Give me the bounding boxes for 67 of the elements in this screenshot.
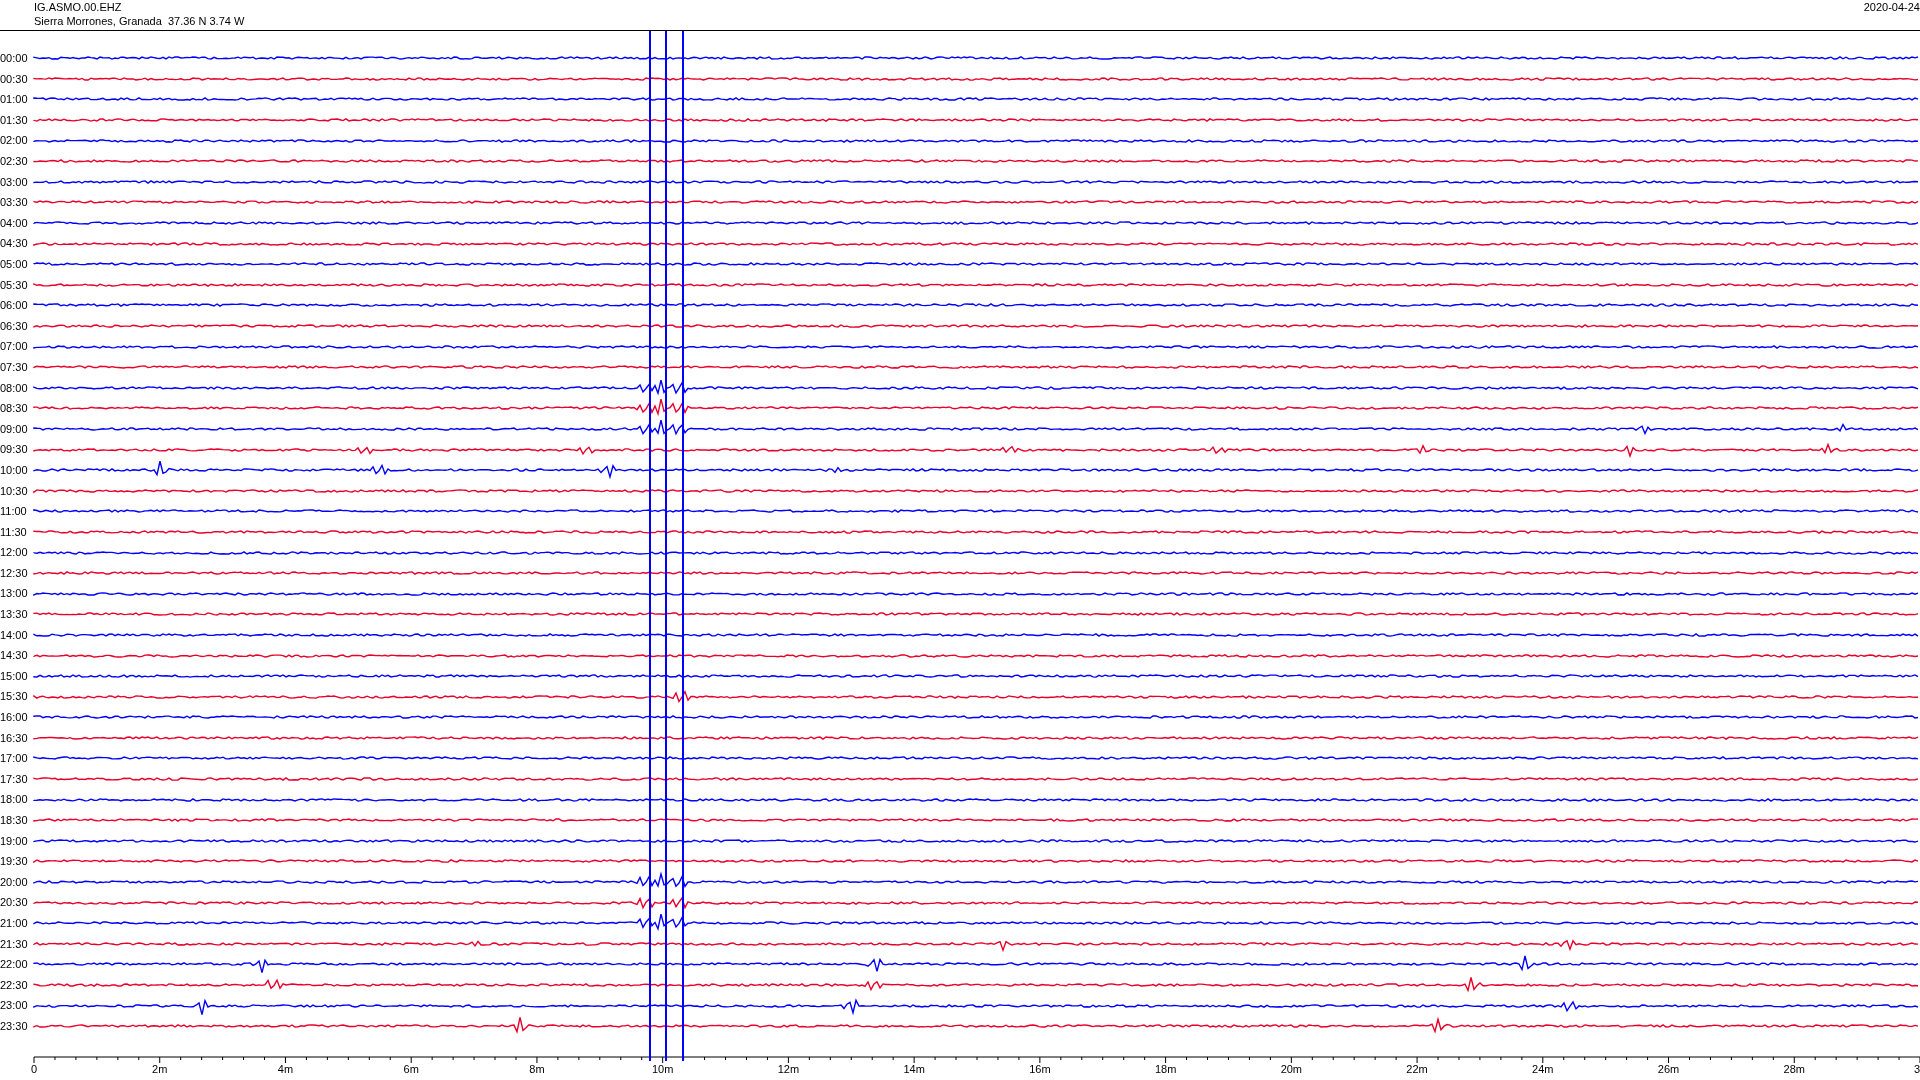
time-label: 21:00 xyxy=(0,916,29,931)
time-label: 11:00 xyxy=(0,504,28,520)
time-label: 00:30 xyxy=(0,71,29,87)
time-label: 16:00 xyxy=(0,710,29,726)
time-label: 01:00 xyxy=(0,92,29,108)
time-label: 19:00 xyxy=(0,833,29,849)
time-label: 15:30 xyxy=(0,689,29,705)
time-label: 23:30 xyxy=(0,1018,29,1034)
time-label: 04:30 xyxy=(0,236,29,252)
axis-tick-label: 3 xyxy=(1913,1062,1920,1075)
time-label: 07:30 xyxy=(0,359,29,375)
station-location: Sierra Morrones, Granada 37.36 N 3.74 W xyxy=(34,14,245,28)
time-label: 05:30 xyxy=(0,277,29,293)
time-label: 12:00 xyxy=(0,545,29,561)
time-label: 08:30 xyxy=(0,401,29,417)
time-label: 09:30 xyxy=(0,442,29,458)
axis-tick-label: 28m xyxy=(1783,1062,1805,1075)
time-label: 03:30 xyxy=(0,195,29,211)
time-label: 13:30 xyxy=(0,607,29,623)
time-label: 05:00 xyxy=(0,257,29,272)
time-label: 20:00 xyxy=(0,874,29,890)
axis-tick-label: 12m xyxy=(777,1062,800,1075)
axis-tick-label: 14m xyxy=(903,1062,925,1075)
time-label: 18:00 xyxy=(0,792,29,808)
time-label: 03:00 xyxy=(0,174,29,190)
time-label: 10:00 xyxy=(0,462,29,478)
axis-tick-label: 24m xyxy=(1532,1062,1554,1075)
time-label: 10:30 xyxy=(0,483,29,499)
time-label: 12:30 xyxy=(0,565,29,581)
axis-tick-label: 2m xyxy=(152,1062,168,1075)
time-label: 01:30 xyxy=(0,112,29,128)
time-label: 23:00 xyxy=(0,998,29,1014)
time-label: 06:30 xyxy=(0,318,29,334)
time-label: 14:00 xyxy=(0,627,29,643)
axis-tick-label: 8m xyxy=(529,1062,545,1075)
axis-tick-label: 0 xyxy=(30,1062,38,1075)
axis-tick-label: 18m xyxy=(1154,1062,1177,1075)
time-label: 02:00 xyxy=(0,133,29,149)
time-label: 13:00 xyxy=(0,586,29,602)
time-label: 02:30 xyxy=(0,154,29,169)
time-label: 04:00 xyxy=(0,215,29,231)
plot-date: 2020-04-24 xyxy=(1863,0,1920,15)
station-code: IG.ASMO.00.EHZ xyxy=(34,0,123,14)
time-label: 15:00 xyxy=(0,668,29,684)
axis-tick-label: 16m xyxy=(1029,1062,1051,1075)
time-label: 17:00 xyxy=(0,751,29,767)
axis-tick-label: 26m xyxy=(1657,1062,1680,1075)
time-label: 08:00 xyxy=(0,380,29,396)
time-label: 07:00 xyxy=(0,339,29,355)
time-label: 20:30 xyxy=(0,895,29,911)
axis-tick-label: 4m xyxy=(277,1062,294,1075)
axis-tick-label: 10m xyxy=(651,1062,674,1075)
time-label: 18:30 xyxy=(0,813,29,828)
time-label: 19:30 xyxy=(0,854,29,870)
time-label: 14:30 xyxy=(0,648,29,664)
time-label: 11:30 xyxy=(0,524,28,540)
time-label: 21:30 xyxy=(0,936,29,952)
axis-tick-label: 22m xyxy=(1406,1062,1428,1075)
axis-tick-label: 20m xyxy=(1280,1062,1303,1075)
time-label: 00:00 xyxy=(0,51,29,67)
time-label: 16:30 xyxy=(0,730,29,746)
time-label: 22:00 xyxy=(0,957,29,973)
axis-tick-label: 6m xyxy=(403,1062,419,1075)
time-label: 17:30 xyxy=(0,771,29,787)
time-label: 06:00 xyxy=(0,298,29,314)
time-label: 09:00 xyxy=(0,421,29,437)
time-label: 22:30 xyxy=(0,977,29,993)
